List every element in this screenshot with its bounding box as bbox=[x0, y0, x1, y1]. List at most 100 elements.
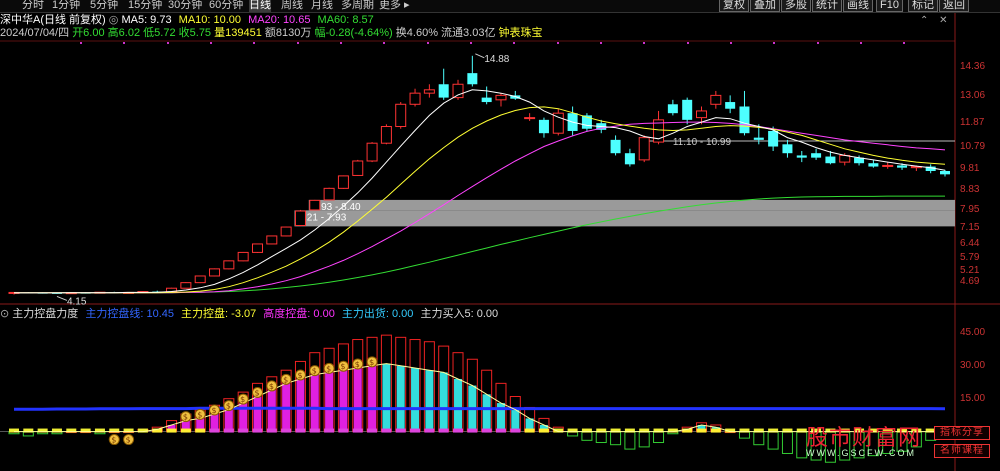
ind-outline-bar bbox=[653, 431, 665, 444]
money-bag-symbol: $ bbox=[197, 410, 202, 419]
candle-body bbox=[438, 84, 449, 98]
price-tick-3: 10.79 bbox=[960, 140, 986, 152]
candle-body bbox=[768, 130, 779, 147]
ind-fill-bar bbox=[396, 365, 405, 432]
money-bag-symbol: $ bbox=[240, 395, 245, 404]
candle-body bbox=[209, 268, 221, 277]
ind-fill-bar bbox=[425, 370, 434, 432]
candle-body bbox=[395, 103, 407, 128]
signal-dot bbox=[253, 42, 255, 44]
price-tick-8: 6.44 bbox=[960, 237, 980, 249]
candle-body bbox=[897, 165, 908, 168]
watermark-badge-share: 指标分享 bbox=[934, 426, 990, 440]
candle-body bbox=[366, 142, 378, 162]
money-bag-symbol: $ bbox=[111, 436, 116, 445]
ind-base-block bbox=[367, 428, 378, 433]
ind-fill-bar bbox=[267, 389, 276, 432]
ind-fill-bar bbox=[253, 396, 262, 432]
candle-body bbox=[423, 89, 435, 94]
money-bag-symbol: $ bbox=[312, 367, 317, 376]
indicator-line-value: 主力控盘线: 10.45 bbox=[85, 308, 174, 320]
candle-body bbox=[825, 156, 836, 164]
indicator-header: ⊙ 主力控盘力度 主力控盘线: 10.45 主力控盘: -3.07 高度控盘: … bbox=[0, 307, 498, 321]
ind-outline-bar bbox=[581, 431, 593, 441]
signal-dot bbox=[773, 42, 775, 44]
signal-dot bbox=[340, 42, 342, 44]
ind-base-block bbox=[481, 428, 492, 433]
signal-dot bbox=[80, 42, 82, 44]
ind-fill-bar bbox=[325, 372, 334, 432]
money-bag-symbol: $ bbox=[126, 436, 131, 445]
ind-outline-bar bbox=[610, 431, 622, 446]
ind-control-line bbox=[14, 406, 946, 411]
candle-body bbox=[380, 126, 392, 144]
ind-fill-bar bbox=[439, 372, 448, 432]
candle-body bbox=[452, 83, 464, 99]
signal-dot bbox=[167, 42, 169, 44]
candle-body bbox=[940, 171, 950, 175]
candle-body bbox=[237, 251, 249, 262]
ind-outline-bar bbox=[781, 431, 793, 454]
candle-body bbox=[194, 275, 206, 284]
signal-dot bbox=[817, 42, 819, 44]
ind-outline-bar bbox=[595, 431, 607, 444]
candle-body bbox=[811, 153, 822, 158]
candle-body bbox=[223, 260, 235, 270]
candle-body bbox=[868, 163, 879, 167]
ind-base-block bbox=[495, 428, 506, 433]
money-bag-symbol: $ bbox=[212, 406, 217, 415]
price-tick-0: 14.36 bbox=[960, 61, 986, 73]
signal-dot bbox=[557, 42, 559, 44]
candle-body bbox=[323, 187, 335, 201]
price-tick-5: 8.83 bbox=[960, 184, 980, 196]
signal-dot bbox=[470, 42, 472, 44]
collapse-icon[interactable]: ⊙ bbox=[0, 308, 9, 320]
ind-base-block bbox=[696, 428, 707, 433]
watermark-url: WWW.GSCFW.COM bbox=[806, 448, 916, 458]
candle-body bbox=[710, 94, 722, 105]
money-bag-symbol: $ bbox=[269, 382, 274, 391]
low-arrow bbox=[56, 295, 68, 301]
candle-body bbox=[682, 99, 693, 120]
ind-base-block bbox=[538, 428, 549, 433]
ind-fill-bar bbox=[296, 378, 305, 432]
ind-base-block bbox=[252, 428, 263, 433]
ind-fill-bar bbox=[339, 370, 348, 432]
ind-base-block bbox=[295, 428, 306, 433]
money-bag-symbol: $ bbox=[369, 358, 374, 367]
ind-fill-bar bbox=[382, 363, 391, 432]
ind-outline-bar bbox=[638, 431, 650, 448]
candle-body bbox=[309, 199, 321, 211]
candle-body bbox=[337, 175, 349, 189]
support-band-1 bbox=[294, 210, 955, 227]
ind-base-block bbox=[710, 428, 721, 433]
signal-dot bbox=[730, 42, 732, 44]
ind-base-block bbox=[410, 428, 421, 433]
money-bag-symbol: $ bbox=[226, 402, 231, 411]
upper-band-label: 11.10 - 10.99 bbox=[673, 137, 732, 148]
ind-base-block bbox=[424, 428, 435, 433]
ind-fill-bar bbox=[310, 374, 319, 432]
candle-body bbox=[796, 155, 807, 158]
ma10-line bbox=[14, 106, 946, 294]
chart-canvas[interactable]: 7.93 - 8.407.21 - 7.9311.10 - 10.9914.88… bbox=[0, 0, 1000, 471]
signal-dot bbox=[513, 42, 515, 44]
ind-base-block bbox=[467, 428, 478, 433]
ind-base-block bbox=[381, 428, 392, 433]
ind-base-block bbox=[281, 428, 292, 433]
signal-dot bbox=[210, 42, 212, 44]
ind-base-block bbox=[195, 428, 206, 433]
ind-base-block bbox=[395, 428, 406, 433]
candle-body bbox=[280, 226, 292, 237]
candle-body bbox=[180, 282, 192, 289]
candle-body bbox=[696, 110, 708, 119]
price-tick-6: 7.95 bbox=[960, 203, 980, 215]
indicator-buy-value: 主力买入5: 0.00 bbox=[420, 308, 499, 320]
indicator-name[interactable]: 主力控盘力度 bbox=[12, 308, 78, 320]
candle-body bbox=[266, 235, 278, 245]
ind-outline-bar bbox=[624, 431, 636, 450]
money-bag-symbol: $ bbox=[297, 371, 302, 380]
ind-base-block bbox=[352, 428, 363, 433]
support-band-0 bbox=[308, 199, 955, 211]
money-bag-symbol: $ bbox=[254, 389, 259, 398]
